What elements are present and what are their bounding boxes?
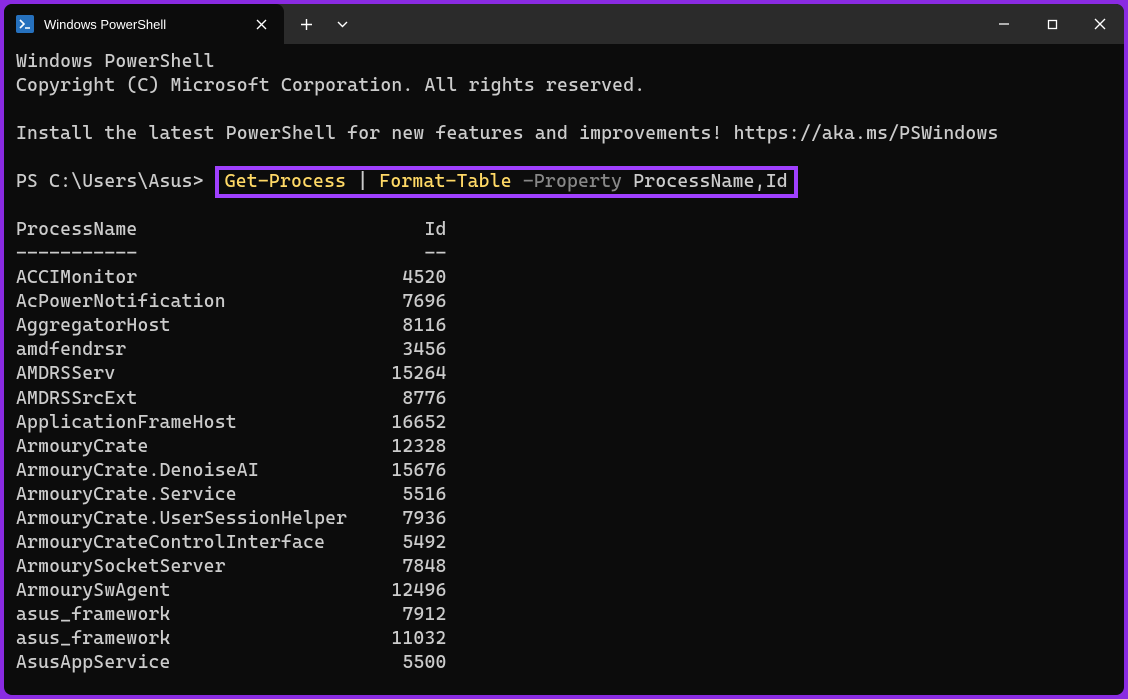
table-row: AMDRSSrcExt 8776 xyxy=(16,387,1112,411)
table-row: AMDRSServ 15264 xyxy=(16,362,1112,386)
terminal-window: Windows PowerShell Windows xyxy=(4,4,1124,695)
prompt-prefix: PS C:\Users\Asus> xyxy=(16,170,215,194)
powershell-icon xyxy=(16,15,34,33)
command-highlight: Get-Process | Format-Table -Property Pro… xyxy=(215,166,798,198)
table-row: AcPowerNotification 7696 xyxy=(16,290,1112,314)
minimize-button[interactable] xyxy=(980,7,1028,41)
new-tab-button[interactable] xyxy=(288,7,324,41)
cmdlet-2: Format-Table xyxy=(379,171,511,192)
prompt-line: PS C:\Users\Asus> Get-Process | Format-T… xyxy=(16,170,1112,194)
table-header: ProcessName Id xyxy=(16,218,1112,242)
table-row: ArmourySocketServer 7848 xyxy=(16,555,1112,579)
table-row: amdfendrsr 3456 xyxy=(16,338,1112,362)
header-line-1: Windows PowerShell xyxy=(16,50,1112,74)
tab-title: Windows PowerShell xyxy=(44,17,242,32)
tab-dropdown-button[interactable] xyxy=(324,7,360,41)
table-row: ApplicationFrameHost 16652 xyxy=(16,411,1112,435)
titlebar-actions xyxy=(288,7,360,41)
table-row: AggregatorHost 8116 xyxy=(16,314,1112,338)
table-row: ACCIMonitor 4520 xyxy=(16,266,1112,290)
table-row: ArmouryCrate.Service 5516 xyxy=(16,483,1112,507)
tab-powershell[interactable]: Windows PowerShell xyxy=(4,4,284,44)
window-controls xyxy=(980,7,1124,41)
args: ProcessName,Id xyxy=(633,171,788,192)
window-close-button[interactable] xyxy=(1076,7,1124,41)
table-row: ArmouryCrateControlInterface 5492 xyxy=(16,531,1112,555)
table-row: AsusAppService 5500 xyxy=(16,651,1112,675)
cmdlet-1: Get-Process xyxy=(225,171,346,192)
table-row: ArmouryCrate.DenoiseAI 15676 xyxy=(16,459,1112,483)
install-msg: Install the latest PowerShell for new fe… xyxy=(16,122,1112,146)
close-icon[interactable] xyxy=(252,15,270,33)
param: -Property xyxy=(512,171,633,192)
titlebar: Windows PowerShell xyxy=(4,4,1124,44)
pipe: | xyxy=(346,171,379,192)
table-output: ProcessName Id----------- --ACCIMonitor … xyxy=(16,218,1112,675)
maximize-button[interactable] xyxy=(1028,7,1076,41)
blank-line xyxy=(16,98,1112,122)
terminal-body[interactable]: Windows PowerShell Copyright (C) Microso… xyxy=(4,44,1124,681)
header-line-2: Copyright (C) Microsoft Corporation. All… xyxy=(16,74,1112,98)
table-separator: ----------- -- xyxy=(16,242,1112,266)
table-row: ArmouryCrate.UserSessionHelper 7936 xyxy=(16,507,1112,531)
table-row: ArmouryCrate 12328 xyxy=(16,435,1112,459)
table-row: ArmourySwAgent 12496 xyxy=(16,579,1112,603)
table-row: asus_framework 11032 xyxy=(16,627,1112,651)
table-row: asus_framework 7912 xyxy=(16,603,1112,627)
